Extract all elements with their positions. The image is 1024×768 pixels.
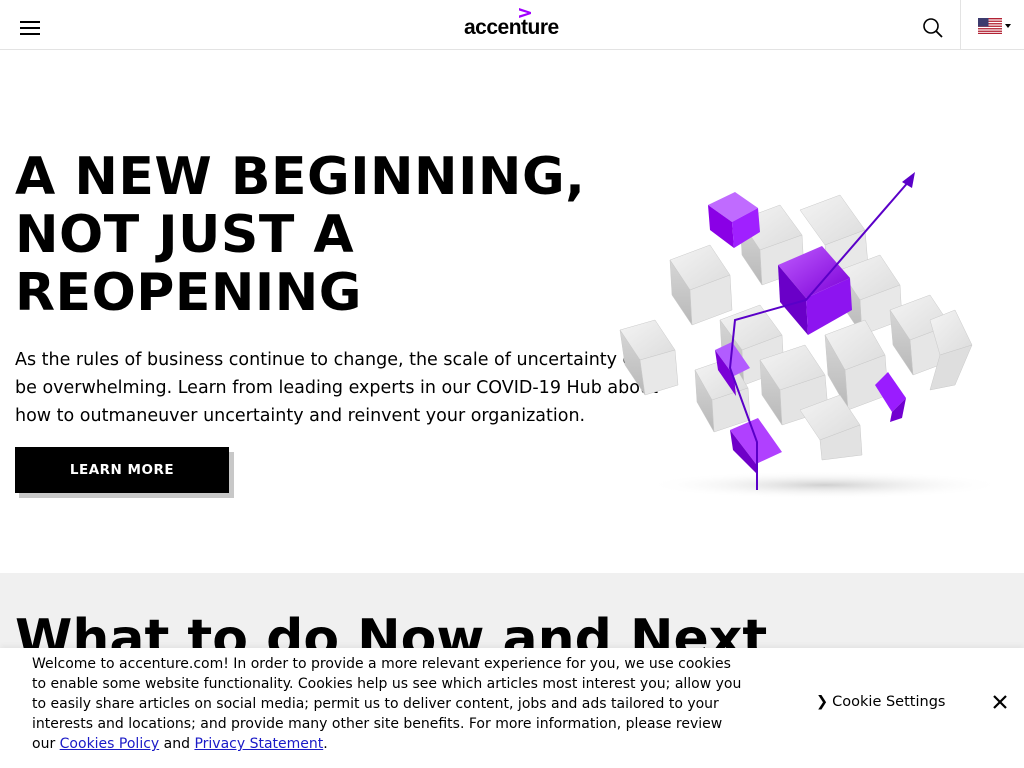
privacy-statement-link[interactable]: Privacy Statement [194, 736, 323, 752]
hero-title: A NEW BEGINNING, NOT JUST A REOPENING [15, 148, 635, 322]
cookie-settings-label: Cookie Settings [832, 694, 946, 710]
site-header: accenture [0, 0, 1024, 50]
search-icon[interactable] [922, 17, 944, 39]
hamburger-menu-icon[interactable] [20, 21, 40, 37]
accenture-logo[interactable]: accenture [464, 8, 564, 39]
cookie-banner: Welcome to accenture.com! In order to pr… [0, 648, 1024, 768]
close-icon[interactable] [990, 692, 1010, 712]
hero-title-line: NOT JUST A [15, 205, 355, 265]
cookie-message: Welcome to accenture.com! In order to pr… [32, 654, 747, 754]
hero-title-line: REOPENING [15, 263, 362, 323]
cookie-message-end: . [323, 736, 328, 752]
cookies-policy-link[interactable]: Cookies Policy [60, 736, 160, 752]
us-flag-icon[interactable] [978, 18, 1002, 34]
hero-title-line: A NEW BEGINNING, [15, 147, 586, 207]
cube-illustration [619, 172, 1000, 499]
language-caret-icon[interactable] [1005, 24, 1011, 28]
hero-description: As the rules of business continue to cha… [15, 350, 658, 426]
logo-text: accenture [464, 16, 559, 39]
learn-more-button[interactable]: LEARN MORE [15, 447, 229, 493]
chevron-right-icon: ❯ [816, 694, 829, 710]
cookie-settings-button[interactable]: ❯ Cookie Settings [816, 694, 945, 710]
cookie-message-and: and [159, 736, 195, 752]
header-divider [960, 0, 961, 50]
